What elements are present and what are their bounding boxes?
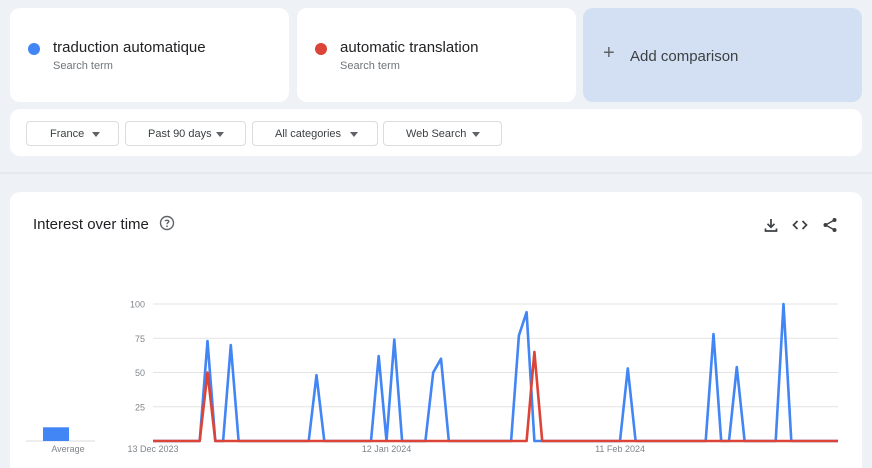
y-tick-label: 25 — [135, 402, 145, 412]
category-filter-dropdown[interactable]: All categories — [252, 121, 378, 146]
search-term-sublabel: Search term — [53, 60, 113, 72]
category-filter-label: All categories — [275, 128, 342, 140]
search-term-card-1[interactable]: traduction automatique Search term — [10, 8, 289, 102]
add-comparison-label: Add comparison — [630, 48, 739, 65]
search-term-label[interactable]: automatic translation — [340, 39, 478, 56]
interest-over-time-card: Interest over time 25 50 75 100 Average 13 De… — [10, 192, 862, 468]
y-tick-label: 50 — [135, 368, 145, 378]
search-term-card-2[interactable]: automatic translation Search term — [297, 8, 576, 102]
filter-bar: France Past 90 days All categories Web S… — [10, 109, 862, 156]
time-range-filter-label: Past 90 days — [148, 128, 212, 140]
x-tick-label: 12 Jan 2024 — [362, 444, 412, 454]
add-comparison-button[interactable]: + Add comparison — [583, 8, 862, 102]
interest-over-time-chart: 25 50 75 100 Average 13 Dec 2023 12 Jan 2024 11… — [26, 300, 838, 454]
x-tick-label: 11 Feb 2024 — [595, 444, 645, 454]
series-line-2 — [153, 350, 838, 443]
search-type-filter-dropdown[interactable]: Web Search — [383, 121, 502, 146]
chevron-down-icon — [216, 132, 224, 137]
x-tick-label: 13 Dec 2023 — [127, 444, 178, 454]
y-tick-label: 100 — [130, 300, 145, 310]
chevron-down-icon — [92, 132, 100, 137]
section-divider — [0, 172, 872, 174]
series-color-dot-2 — [315, 43, 327, 55]
y-tick-label: 75 — [135, 334, 145, 344]
average-label: Average — [51, 444, 84, 454]
chevron-down-icon — [350, 132, 358, 137]
average-bar — [43, 427, 69, 441]
region-filter-dropdown[interactable]: France — [26, 121, 119, 146]
time-range-filter-dropdown[interactable]: Past 90 days — [125, 121, 246, 146]
chevron-down-icon — [472, 132, 480, 137]
search-term-label[interactable]: traduction automatique — [53, 39, 206, 56]
search-term-sublabel: Search term — [340, 60, 400, 72]
region-filter-label: France — [50, 128, 85, 140]
search-type-filter-label: Web Search — [406, 128, 467, 140]
plus-icon: + — [603, 42, 615, 64]
series-color-dot-1 — [28, 43, 40, 55]
